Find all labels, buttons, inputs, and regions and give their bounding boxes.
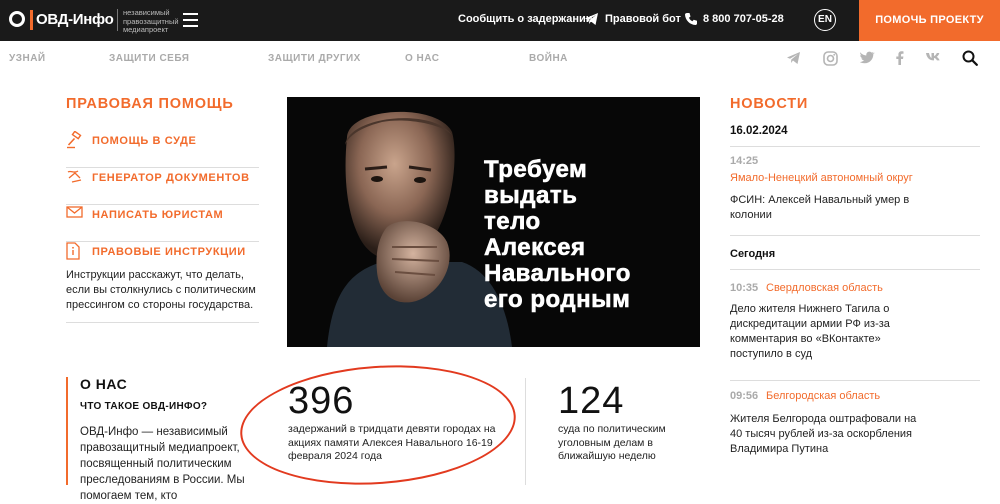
news-date: 16.02.2024 bbox=[730, 125, 788, 137]
news-headline-link[interactable]: Жителя Белгорода оштрафовали на 40 тысяч… bbox=[730, 412, 930, 457]
nav-item-about[interactable]: О НАС bbox=[405, 53, 439, 64]
divider bbox=[525, 378, 526, 485]
news-time: 09:56 bbox=[730, 390, 759, 402]
about-subtitle[interactable]: ЧТО ТАКОЕ ОВД-ИНФО? bbox=[80, 401, 207, 412]
divider bbox=[66, 322, 259, 323]
about-accent-bar bbox=[66, 377, 68, 485]
legal-item-document-generator[interactable]: ГЕНЕРАТОР ДОКУМЕНТОВ bbox=[66, 168, 259, 205]
nav-item-protect-others[interactable]: ЗАЩИТИ ДРУГИХ bbox=[268, 53, 361, 64]
news-headline-link[interactable]: ФСИН: Алексей Навальный умер в колонии bbox=[730, 193, 930, 223]
news-region-link[interactable]: Ямало-Ненецкий автономный округ bbox=[730, 172, 913, 184]
phone-link[interactable]: 8 800 707-05-28 bbox=[703, 13, 784, 25]
legal-item-court-help[interactable]: ПОМОЩЬ В СУДЕ bbox=[66, 131, 259, 168]
tagline: независимый правозащитный медиапроект bbox=[123, 8, 179, 34]
twitter-icon[interactable] bbox=[860, 51, 875, 64]
search-icon[interactable] bbox=[962, 50, 978, 66]
telegram-icon[interactable] bbox=[786, 51, 801, 65]
legal-description: Инструкции расскажут, что делать, если в… bbox=[66, 269, 256, 311]
nav-item-learn[interactable]: УЗНАЙ bbox=[9, 53, 46, 64]
hero-line: тело bbox=[484, 208, 541, 235]
logo-accent bbox=[30, 10, 33, 30]
hero-banner[interactable]: Требуем выдать тело Алексея Навального е… bbox=[287, 97, 700, 347]
language-switch[interactable]: EN bbox=[814, 9, 836, 31]
stat-courts-number: 124 bbox=[558, 380, 625, 422]
divider bbox=[730, 380, 980, 381]
hero-line: Навального bbox=[484, 260, 631, 287]
legal-item-label: ПРАВОВЫЕ ИНСТРУКЦИИ bbox=[92, 246, 246, 258]
report-detention-label: Сообщить о задержании: bbox=[458, 13, 597, 25]
telegram-icon[interactable] bbox=[584, 12, 599, 26]
legal-item-write-lawyers[interactable]: НАПИСАТЬ ЮРИСТАМ bbox=[66, 205, 259, 242]
highlight-annotation-circle bbox=[236, 356, 520, 494]
facebook-icon[interactable] bbox=[895, 51, 904, 65]
legal-bot-link[interactable]: Правовой бот bbox=[605, 13, 681, 25]
divider bbox=[730, 235, 980, 236]
legal-help-title: ПРАВОВАЯ ПОМОЩЬ bbox=[66, 96, 234, 112]
divider bbox=[117, 9, 118, 31]
logo-icon[interactable] bbox=[9, 11, 25, 27]
menu-icon[interactable] bbox=[183, 13, 198, 31]
divider bbox=[730, 269, 980, 270]
hero-headline: Требуем выдать тело Алексея Навального е… bbox=[484, 156, 631, 313]
news-region-link[interactable]: Белгородская область bbox=[766, 390, 880, 402]
top-bar: ОВД-Инфо независимый правозащитный медиа… bbox=[0, 0, 1000, 41]
about-text: ОВД-Инфо — независимый правозащитный мед… bbox=[80, 426, 245, 502]
portrait-image bbox=[287, 97, 517, 347]
logo-text[interactable]: ОВД-Инфо bbox=[36, 11, 114, 28]
news-region-link[interactable]: Свердловская область bbox=[766, 282, 883, 294]
gavel-icon bbox=[67, 131, 82, 149]
news-time: 10:35 bbox=[730, 282, 759, 294]
legal-item-label: ГЕНЕРАТОР ДОКУМЕНТОВ bbox=[92, 172, 250, 184]
hero-line: Алексея bbox=[484, 234, 586, 261]
hero-line: его родным bbox=[484, 286, 631, 313]
document-generator-icon bbox=[67, 170, 82, 183]
mail-icon bbox=[66, 206, 83, 218]
info-document-icon bbox=[66, 242, 80, 260]
stat-courts-text: суда по политическим уголовным делам в б… bbox=[558, 423, 666, 462]
hero-line: Требуем bbox=[484, 156, 588, 183]
help-project-button[interactable]: ПОМОЧЬ ПРОЕКТУ bbox=[859, 0, 1000, 41]
about-title: О НАС bbox=[80, 376, 128, 392]
legal-item-label: ПОМОЩЬ В СУДЕ bbox=[92, 135, 197, 147]
news-today-label: Сегодня bbox=[730, 248, 776, 260]
news-title: НОВОСТИ bbox=[730, 96, 809, 112]
divider bbox=[730, 146, 980, 147]
vk-icon[interactable] bbox=[925, 51, 942, 63]
news-time: 14:25 bbox=[730, 155, 759, 167]
nav-item-protect-yourself[interactable]: ЗАЩИТИ СЕБЯ bbox=[109, 53, 189, 64]
news-headline-link[interactable]: Дело жителя Нижнего Тагила о дискредитац… bbox=[730, 302, 930, 362]
legal-item-label: НАПИСАТЬ ЮРИСТАМ bbox=[92, 209, 224, 221]
hero-line: выдать bbox=[484, 182, 578, 209]
nav-item-war[interactable]: ВОЙНА bbox=[529, 53, 568, 64]
instagram-icon[interactable] bbox=[823, 51, 838, 66]
phone-icon bbox=[685, 13, 697, 25]
